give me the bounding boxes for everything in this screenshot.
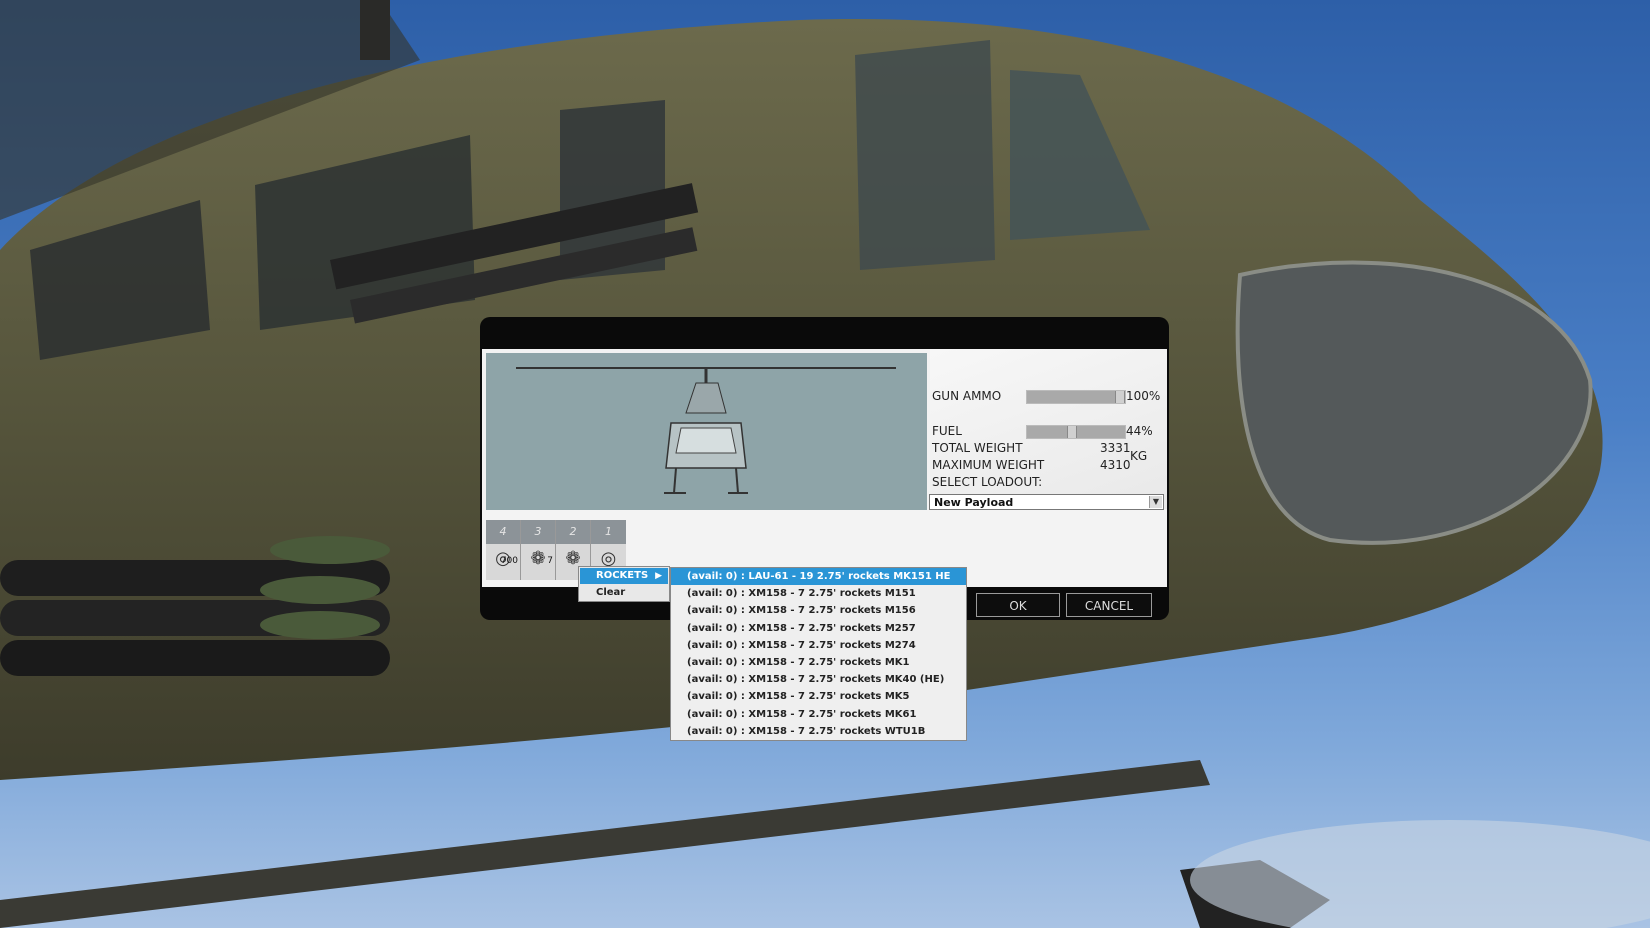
gun-ammo-percent: 100% [1126, 389, 1161, 403]
chevron-right-icon: ▶ [655, 571, 662, 581]
submenu-item[interactable]: (avail: 0) : XM158 - 7 2.75' rockets M27… [671, 637, 966, 654]
weight-unit: KG [1130, 449, 1148, 463]
max-weight-label: MAXIMUM WEIGHT [932, 458, 1045, 472]
helicopter-front-icon [516, 367, 896, 494]
submenu-item[interactable]: (avail: 0) : XM158 - 7 2.75' rockets M25… [671, 620, 966, 637]
total-weight-value: 3331 [1100, 441, 1131, 455]
submenu-item[interactable]: (avail: 0) : XM158 - 7 2.75' rockets M15… [671, 602, 966, 619]
gun-ammo-slider[interactable] [1026, 390, 1126, 404]
rocket-pod-icon: ❁ 7 [521, 544, 555, 574]
ok-button[interactable]: OK [976, 593, 1060, 617]
pylon-number: 4 [486, 520, 520, 544]
dialog-header [480, 317, 1169, 349]
submenu-item[interactable]: (avail: 0) : LAU-61 - 19 2.75' rockets M… [671, 568, 966, 586]
pylon-count: 7 [547, 556, 553, 566]
menu-item-rockets[interactable]: ROCKETS ▶ [580, 568, 668, 584]
loadout-select-value: New Payload [934, 496, 1014, 509]
gun-ammo-label: GUN AMMO [932, 389, 1002, 403]
stats-panel: GUN AMMO 100% FUEL 44% TOTAL WEIGHT 3331… [930, 349, 1167, 509]
chevron-down-icon[interactable]: ▼ [1149, 496, 1162, 508]
pylon-4[interactable]: 4 ◎ 700 [486, 520, 521, 580]
fuel-slider[interactable] [1026, 425, 1126, 439]
fuel-label: FUEL [932, 424, 962, 438]
gun-ammo-slider-knob[interactable] [1115, 391, 1125, 403]
fuel-percent: 44% [1126, 424, 1153, 438]
gauge-icon: ◎ 700 [486, 544, 520, 574]
cancel-button[interactable]: CANCEL [1066, 593, 1152, 617]
pylon-context-menu: ROCKETS ▶ Clear [578, 566, 670, 602]
total-weight-label: TOTAL WEIGHT [932, 441, 1023, 455]
submenu-item[interactable]: (avail: 0) : XM158 - 7 2.75' rockets WTU… [671, 723, 966, 740]
select-loadout-label: SELECT LOADOUT: [932, 475, 1043, 489]
submenu-item[interactable]: (avail: 0) : XM158 - 7 2.75' rockets M15… [671, 585, 966, 602]
rockets-submenu: (avail: 0) : LAU-61 - 19 2.75' rockets M… [670, 567, 967, 741]
loadout-select[interactable]: New Payload ▼ [929, 494, 1164, 510]
menu-item-label: Clear [596, 587, 626, 598]
submenu-item[interactable]: (avail: 0) : XM158 - 7 2.75' rockets MK4… [671, 671, 966, 688]
max-weight-value: 4310 [1100, 458, 1131, 472]
pylon-number: 1 [591, 520, 626, 544]
menu-item-clear[interactable]: Clear [580, 585, 668, 601]
menu-item-label: ROCKETS [596, 570, 649, 581]
submenu-item[interactable]: (avail: 0) : XM158 - 7 2.75' rockets MK1 [671, 654, 966, 671]
submenu-item[interactable]: (avail: 0) : XM158 - 7 2.75' rockets MK5 [671, 688, 966, 705]
aircraft-preview [486, 353, 927, 510]
pylon-number: 3 [521, 520, 555, 544]
pylon-count: 700 [500, 556, 518, 566]
pylon-number: 2 [556, 520, 590, 544]
submenu-item[interactable]: (avail: 0) : XM158 - 7 2.75' rockets MK6… [671, 706, 966, 723]
fuel-slider-knob[interactable] [1067, 426, 1077, 438]
pylon-3[interactable]: 3 ❁ 7 [521, 520, 556, 580]
